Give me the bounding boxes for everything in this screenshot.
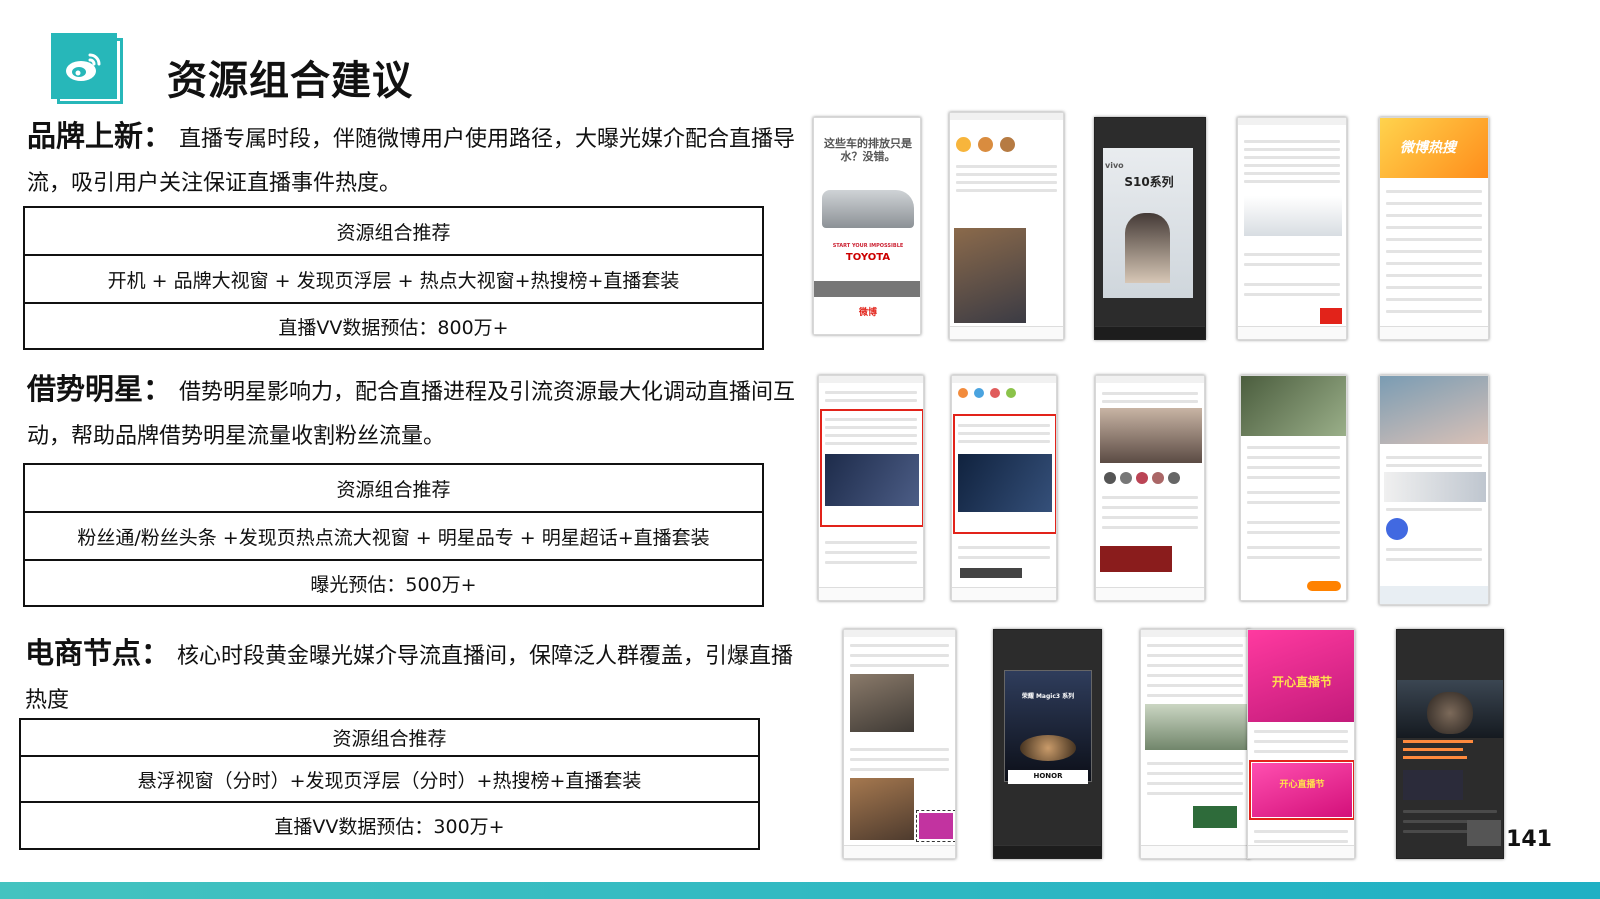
resource-table-3: 资源组合推荐 悬浮视窗（分时）+发现页浮层（分时）+热搜榜+直播套装 直播VV数… (19, 718, 760, 850)
screenshot-super-topic (1240, 375, 1347, 601)
screenshot-hot-search-feed (1140, 629, 1250, 859)
honor-brand: HONOR (1033, 772, 1063, 780)
table-estimate: 曝光预估：500万+ (23, 559, 764, 607)
splash-skip-bar (814, 281, 920, 297)
footer-bar (0, 882, 1600, 899)
resource-table-2: 资源组合推荐 粉丝通/粉丝头条 +发现页热点流大视窗 + 明星品专 + 明星超话… (23, 463, 764, 607)
table-resources: 开机 + 品牌大视窗 + 发现页浮层 + 热点大视窗+热搜榜+直播套装 (23, 254, 764, 304)
splash-footer: 微博 (858, 308, 877, 318)
suning-banner: 开心直播节 (1271, 675, 1332, 689)
honor-model: 荣耀 Magic3 系列 (1021, 693, 1075, 700)
table-estimate: 直播VV数据预估：800万+ (23, 302, 764, 350)
screenshot-floating-window (843, 629, 956, 859)
screenshot-fans-headline (951, 375, 1057, 601)
star-video (1380, 376, 1488, 444)
screenshot-fans-post (818, 375, 924, 601)
splash-brand: TOYOTA (845, 252, 891, 263)
spokesperson-image (1125, 213, 1170, 283)
page-number: 141 (1506, 827, 1552, 852)
table-header: 资源组合推荐 (19, 718, 760, 757)
screenshot-splash-ad: 这些车的排放只是水？没错。 START YOUR IMPOSSIBLE TOYO… (813, 117, 921, 335)
resource-table-1: 资源组合推荐 开机 + 品牌大视窗 + 发现页浮层 + 热点大视窗+热搜榜+直播… (23, 206, 764, 350)
hot-visual-window (1244, 196, 1342, 236)
group-photo (1145, 704, 1247, 750)
screenshot-honor-ad: 荣耀 Magic3 系列 HONOR (993, 629, 1102, 859)
section-ecommerce: 电商节点： 核心时段黄金曝光媒介导流直播间，保障泛人群覆盖，引爆直播热度 (25, 631, 795, 723)
table-header: 资源组合推荐 (23, 463, 764, 513)
vivo-banner (1384, 472, 1486, 502)
post-image (825, 454, 919, 506)
screenshot-suning-live: 开心直播节 开心直播节 (1247, 629, 1355, 859)
table-resources: 悬浮视窗（分时）+发现页浮层（分时）+热搜榜+直播套装 (19, 755, 760, 803)
honor-ad-card (1004, 670, 1092, 782)
section-heading: 品牌上新： (27, 119, 173, 153)
table-header: 资源组合推荐 (23, 206, 764, 256)
section-heading: 电商节点： (25, 636, 171, 670)
vivo-brand: vivo (1105, 161, 1124, 170)
screenshot-vivo-ad: vivo S10系列 (1094, 117, 1206, 340)
screenshot-hot-search: 微博热搜 (1379, 117, 1489, 340)
section-brand-launch: 品牌上新： 直播专属时段，伴随微博用户使用路径，大曝光媒介配合直播导流，吸引用户… (27, 114, 797, 206)
feed-video-thumb (954, 228, 1026, 323)
section-celebrity: 借势明星： 借势明星影响力，配合直播进程及引流资源最大化调动直播间互动，帮助品牌… (27, 367, 797, 459)
screenshot-star-brand (1095, 375, 1205, 601)
vivo-model: S10系列 (1124, 175, 1174, 189)
post-image (958, 454, 1052, 512)
suning-sub: 开心直播节 (1279, 780, 1325, 790)
section-heading: 借势明星： (27, 372, 173, 406)
topic-cover (1241, 376, 1346, 436)
post-photo (850, 674, 914, 732)
table-resources: 粉丝通/粉丝头条 +发现页热点流大视窗 + 明星品专 + 明星超话+直播套装 (23, 511, 764, 561)
weibo-logo-icon (51, 33, 117, 99)
splash-headline: 这些车的排放只是水？没错。 (824, 137, 912, 163)
hotsearch-banner: 微博热搜 (1400, 140, 1456, 156)
page-title: 资源组合建议 (167, 58, 413, 104)
car-image (822, 190, 914, 228)
screenshot-weibo-feed (949, 112, 1064, 340)
screenshot-vivo-star (1379, 375, 1489, 605)
screenshot-live-room (1396, 629, 1504, 859)
splash-slogan: START YOUR IMPOSSIBLE (832, 243, 904, 249)
table-estimate: 直播VV数据预估：300万+ (19, 801, 760, 850)
screenshot-discover-page (1237, 117, 1347, 340)
star-banner (1100, 408, 1202, 463)
